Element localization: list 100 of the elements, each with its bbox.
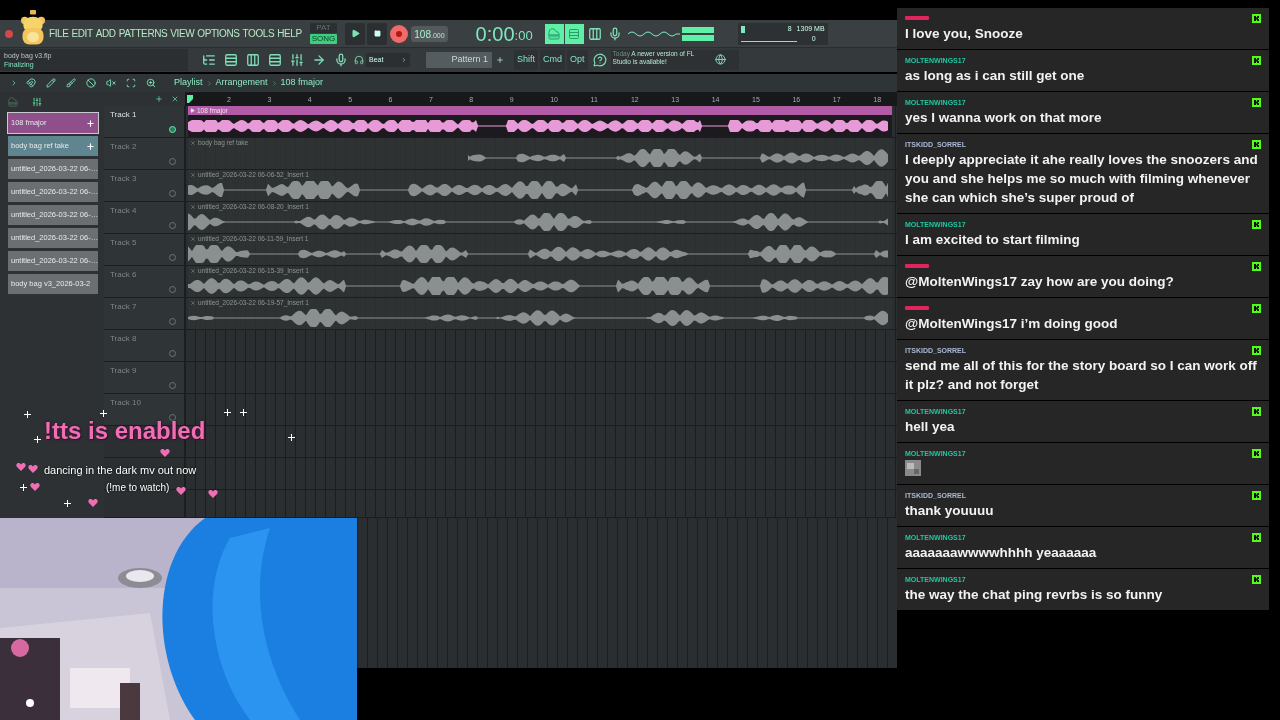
track-name[interactable]: Track 4: [110, 205, 137, 217]
track-header[interactable]: Track 7: [104, 298, 185, 329]
track-header[interactable]: Track 4: [104, 202, 185, 233]
chat-text: I am excited to start filming: [905, 231, 1081, 249]
magnet-button[interactable]: [24, 76, 38, 90]
channel-rack-button[interactable]: [224, 53, 238, 67]
heart-icon: [88, 498, 98, 508]
browser-button[interactable]: [202, 53, 216, 67]
zoom-button[interactable]: [144, 76, 158, 90]
kick-logo-icon: [1252, 532, 1261, 542]
breadcrumb-chevron-icon: [205, 79, 213, 87]
pencil-icon: [46, 78, 56, 88]
track-name[interactable]: Track 5: [110, 237, 137, 249]
mixer-icon: [290, 53, 304, 67]
command-hint: (!me to watch): [106, 481, 170, 495]
track-name[interactable]: Track 9: [110, 365, 137, 377]
add-track-icon[interactable]: [155, 95, 163, 103]
microphone-icon: [334, 53, 348, 67]
modifier-key-button[interactable]: Cmd: [540, 50, 566, 70]
chat-text: as long as i can still get one: [905, 67, 1086, 85]
sparkle-icon: [34, 436, 41, 443]
brush-icon: [66, 78, 76, 88]
kick-logo-icon: [1252, 97, 1261, 107]
breadcrumb-item[interactable]: Playlist: [174, 76, 203, 90]
menu-item[interactable]: ADD: [95, 28, 116, 39]
track-header[interactable]: Track 3: [104, 170, 185, 201]
menu-item[interactable]: FILE: [49, 28, 69, 39]
step-edit-button[interactable]: [564, 23, 584, 44]
kick-logo-icon: [1252, 219, 1261, 229]
track-lane[interactable]: [185, 490, 897, 517]
menu-item[interactable]: OPTIONS: [197, 28, 240, 39]
track-header[interactable]: Track 8: [104, 330, 185, 361]
emote-icon: [905, 460, 921, 476]
breadcrumb-item[interactable]: Arrangement: [215, 76, 268, 90]
track-header[interactable]: Track 1: [104, 106, 185, 137]
stop-button[interactable]: [367, 22, 388, 45]
mode-toggle[interactable]: SONG: [309, 34, 338, 44]
menu-item[interactable]: EDIT: [71, 28, 93, 39]
chat-text: @MoltenWings17 zay how are you doing?: [905, 273, 1175, 291]
track-header[interactable]: Track 6: [104, 266, 185, 297]
heart-icon: [160, 448, 170, 458]
track-name[interactable]: Track 7: [110, 301, 137, 313]
add-pattern-icon[interactable]: [496, 56, 504, 64]
play-icon: [350, 29, 360, 38]
cpu-meter: [740, 25, 745, 33]
mute-tool-icon: [86, 78, 96, 88]
chat-text: aaaaaaawwwwhhhh yeaaaaaa: [905, 544, 1098, 562]
track-name[interactable]: Track 10: [110, 397, 141, 409]
kick-logo-icon: [1252, 303, 1261, 313]
play-button[interactable]: [345, 22, 366, 45]
zoom-icon: [146, 78, 156, 88]
menu-item[interactable]: HELP: [277, 28, 302, 39]
mute-tool-button[interactable]: [84, 76, 98, 90]
chat-text: I deeply appreciate it ahe really loves the snoozers and you and she helps me so much with filming whenever she can which she’s super proud of: [905, 151, 1259, 207]
remove-track-icon[interactable]: [171, 95, 179, 103]
arrow-button[interactable]: [312, 53, 326, 67]
plus-icon: [86, 141, 95, 151]
sparkle-icon: [20, 484, 27, 491]
track-name[interactable]: Track 2: [110, 141, 137, 153]
keyboard-icon: [548, 27, 561, 40]
pattern-clip-icon: [190, 108, 195, 113]
kick-logo-icon: [1252, 261, 1261, 271]
modifier-key-button[interactable]: Shift: [514, 50, 538, 70]
track-header[interactable]: Track 2: [104, 138, 185, 169]
menu-item[interactable]: TOOLS: [242, 28, 275, 39]
brush-button[interactable]: [64, 76, 78, 90]
record-button[interactable]: [390, 24, 409, 43]
stop-icon: [373, 30, 381, 37]
chat-text: thank youuuu: [905, 502, 995, 520]
menu-item[interactable]: PATTERNS: [118, 28, 168, 39]
pencil-button[interactable]: [44, 76, 58, 90]
update-globe-icon[interactable]: [714, 54, 726, 65]
heart-icon: [176, 486, 186, 496]
track-name[interactable]: Track 3: [110, 173, 137, 185]
chat-text: yes I wanna work on that more: [905, 109, 1103, 127]
kick-logo-icon: [1252, 345, 1261, 355]
track-name[interactable]: Track 6: [110, 269, 137, 281]
select-icon: [126, 78, 136, 88]
track-header[interactable]: Track 5: [104, 234, 185, 265]
sparkle-icon: [240, 409, 247, 416]
mixer-button[interactable]: [290, 53, 304, 67]
menu-item[interactable]: VIEW: [170, 28, 195, 39]
sparkle-icon: [24, 411, 31, 418]
track-name[interactable]: Track 8: [110, 333, 137, 345]
select-button[interactable]: [124, 76, 138, 90]
typing-keyboard-button[interactable]: [544, 23, 564, 44]
chat-text: @MoltenWings17 i’m doing good: [905, 315, 1119, 333]
track-name[interactable]: Track 1: [110, 109, 137, 121]
channel-rack-icon: [224, 53, 238, 67]
kick-logo-icon: [1252, 55, 1261, 65]
announcement-text: dancing in the dark mv out now: [44, 463, 197, 478]
mode-toggle[interactable]: PAT: [309, 23, 338, 33]
track-header[interactable]: Track 9: [104, 362, 185, 393]
pattern-selector[interactable]: Pattern 1: [426, 52, 492, 68]
chat-text: send me all of this for the story board so I can work off it plz? and not forget: [905, 357, 1258, 394]
playhead-marker-icon[interactable]: [187, 95, 193, 103]
microphone-button[interactable]: [334, 53, 348, 67]
sparkle-icon: [100, 410, 107, 417]
breadcrumb-item[interactable]: 108 fmajor: [280, 76, 324, 90]
modifier-key-button[interactable]: Opt: [567, 50, 588, 70]
